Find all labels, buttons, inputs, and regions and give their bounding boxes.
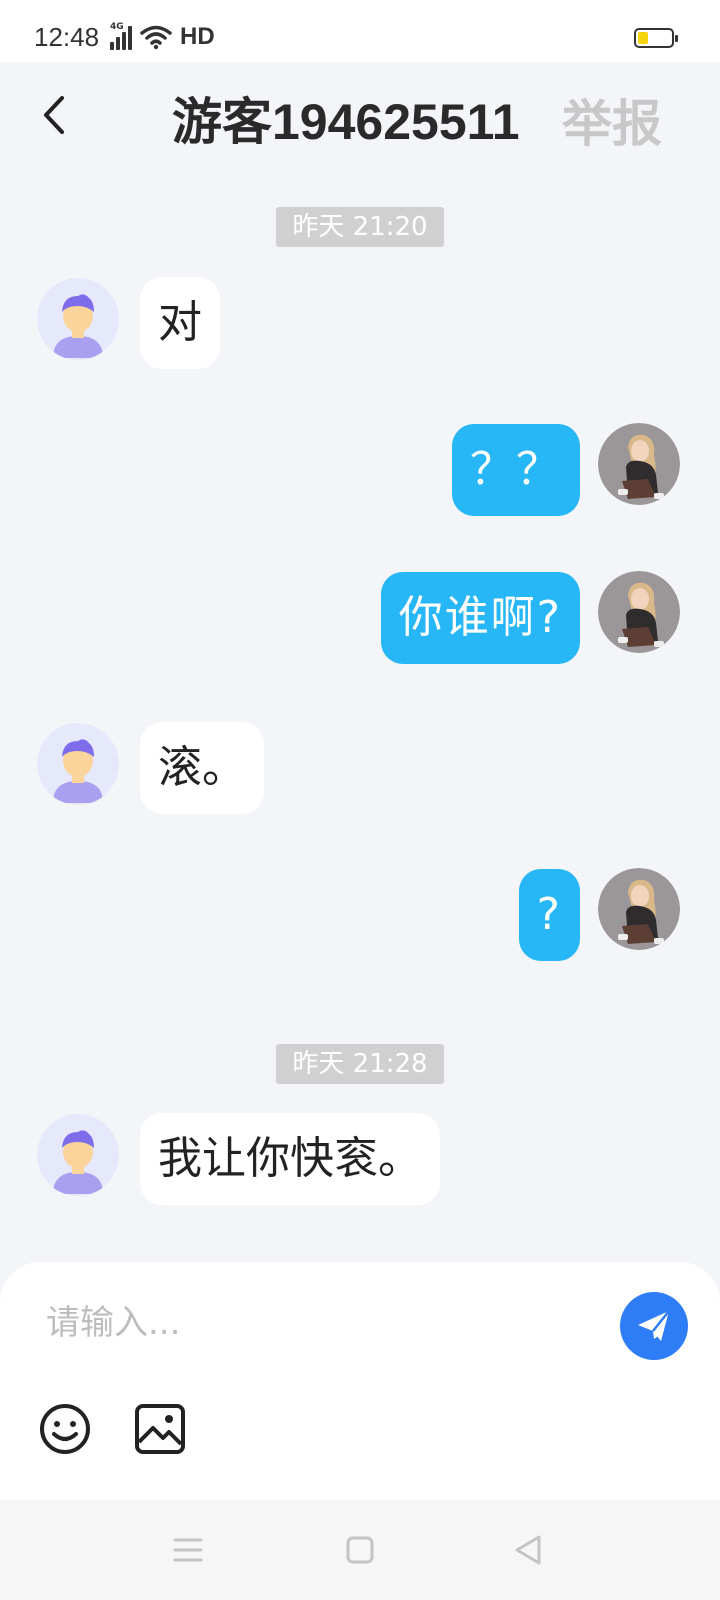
message-bubble-outgoing[interactable]: ？？ xyxy=(452,424,580,516)
message-input[interactable] xyxy=(46,1294,566,1352)
composer-panel xyxy=(0,1262,720,1500)
contact-avatar[interactable] xyxy=(37,278,119,360)
status-icons: 4G HD xyxy=(110,22,215,52)
back-triangle-icon xyxy=(515,1535,541,1565)
report-button[interactable]: 举报 xyxy=(562,84,662,156)
back-nav-button[interactable] xyxy=(508,1530,548,1570)
message-bubble-incoming[interactable]: 对 xyxy=(140,277,220,369)
my-avatar[interactable] xyxy=(598,868,680,950)
home-button[interactable] xyxy=(340,1530,380,1570)
contact-avatar[interactable] xyxy=(37,1114,119,1196)
home-square-icon xyxy=(346,1536,374,1564)
send-button[interactable] xyxy=(620,1292,688,1360)
signal-icon: 4G xyxy=(110,22,132,50)
wifi-icon xyxy=(140,25,172,50)
chat-header: 游客194625511 举报 xyxy=(0,62,720,172)
battery-icon xyxy=(634,28,678,48)
system-nav-bar xyxy=(0,1500,720,1600)
user-photo-avatar-icon xyxy=(598,868,680,950)
my-avatar[interactable] xyxy=(598,571,680,653)
timestamp-divider: 昨天 21:28 xyxy=(276,1044,444,1084)
message-bubble-incoming[interactable]: 滚。 xyxy=(140,722,264,814)
paper-plane-icon xyxy=(638,1310,670,1341)
battery-level xyxy=(638,32,648,44)
page-title: 游客194625511 xyxy=(172,94,520,150)
user-photo-avatar-icon xyxy=(598,423,680,505)
default-user-avatar-icon xyxy=(37,278,119,360)
image-button[interactable] xyxy=(133,1402,187,1456)
my-avatar[interactable] xyxy=(598,423,680,505)
image-icon xyxy=(135,1404,185,1454)
chevron-left-icon xyxy=(44,96,64,134)
wifi-hd-label: HD xyxy=(180,23,215,50)
default-user-avatar-icon xyxy=(37,723,119,805)
network-type-label: 4G xyxy=(110,22,124,32)
menu-button[interactable] xyxy=(168,1530,208,1570)
emoji-button[interactable] xyxy=(38,1402,92,1456)
status-time: 12:48 xyxy=(34,22,100,52)
menu-icon xyxy=(173,1538,203,1562)
message-bubble-outgoing[interactable]: ? xyxy=(518,869,580,961)
user-photo-avatar-icon xyxy=(598,571,680,653)
default-user-avatar-icon xyxy=(37,1114,119,1196)
status-bar: 12:48 4G HD xyxy=(0,0,720,62)
timestamp-divider: 昨天 21:20 xyxy=(276,207,444,247)
contact-avatar[interactable] xyxy=(37,723,119,805)
emoji-icon xyxy=(40,1404,90,1454)
back-button[interactable] xyxy=(34,90,74,140)
message-bubble-incoming[interactable]: 我让你快衮。 xyxy=(140,1113,440,1205)
message-bubble-outgoing[interactable]: 你谁啊? xyxy=(380,572,580,664)
